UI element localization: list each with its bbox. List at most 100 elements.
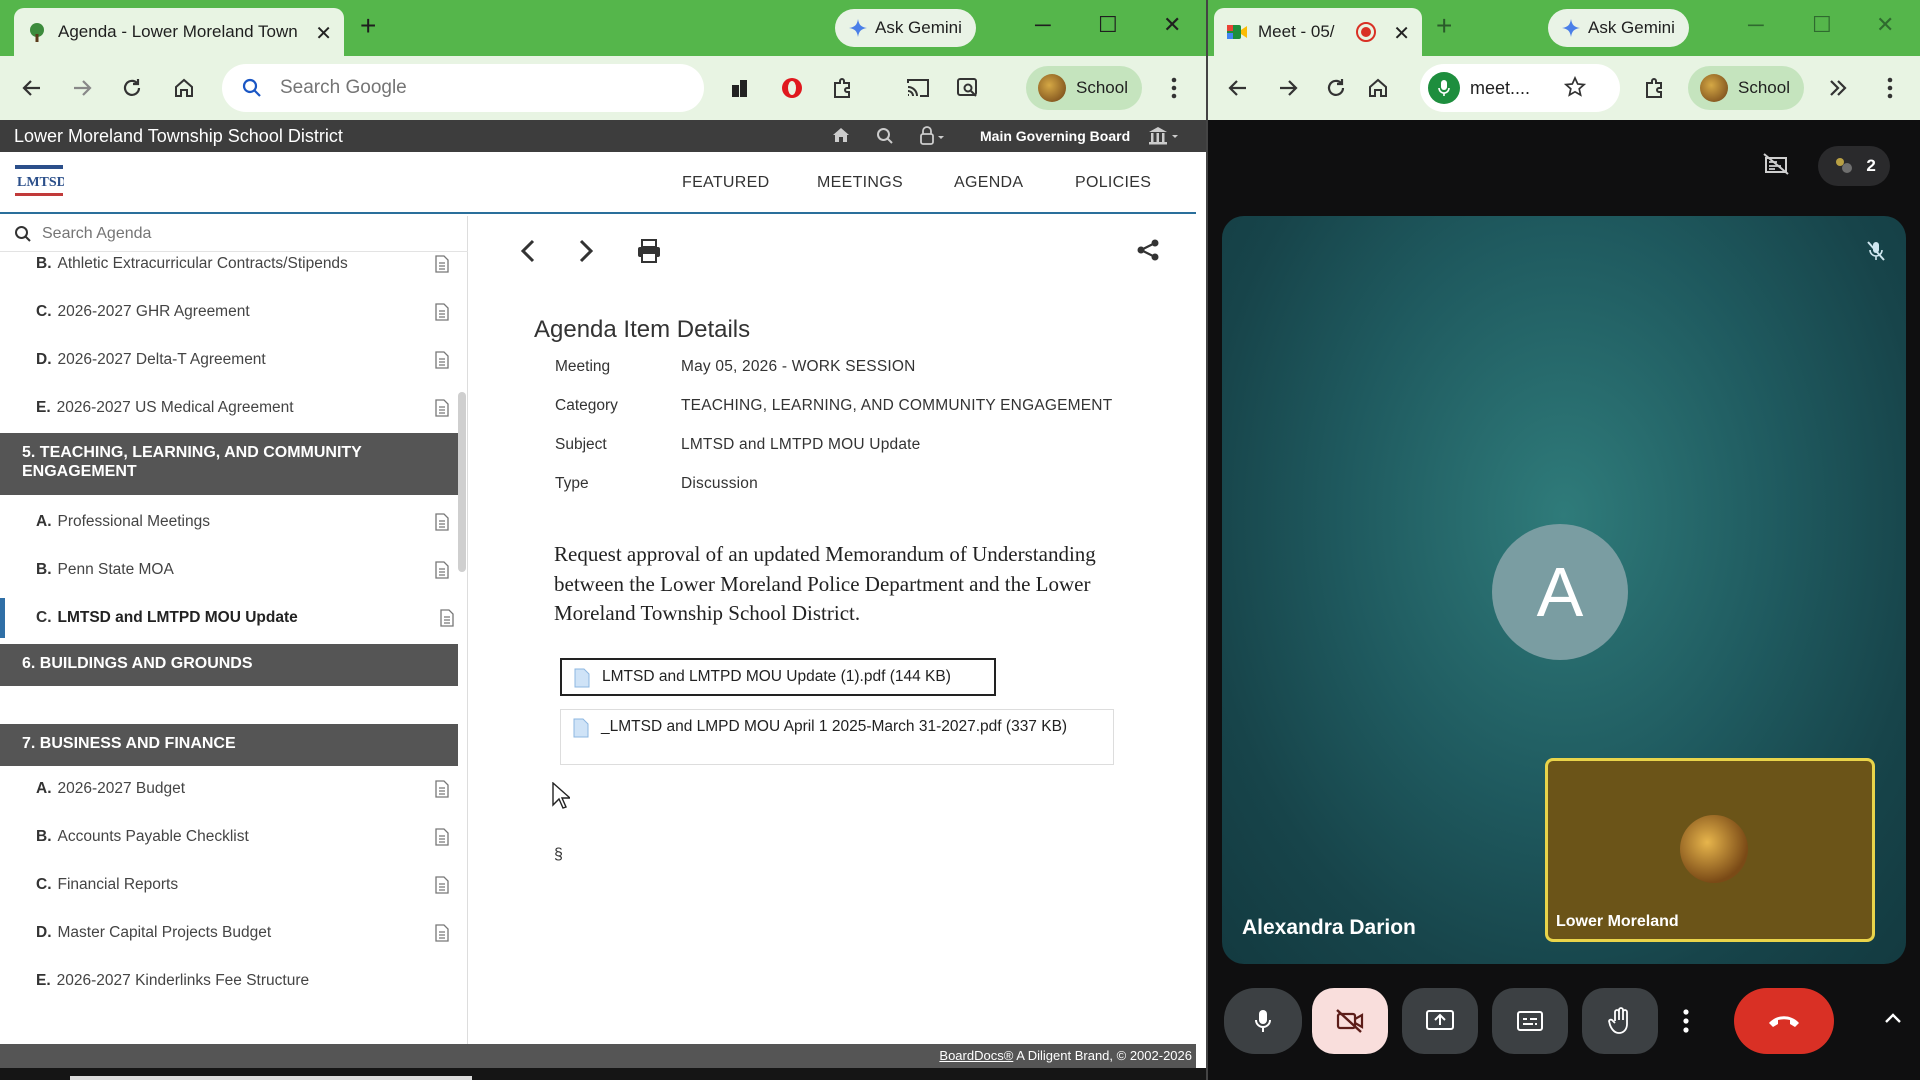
print-icon[interactable] — [636, 238, 662, 264]
forward-icon[interactable] — [64, 70, 100, 106]
nav-policies[interactable]: POLICIES — [1075, 174, 1151, 192]
section-header-6[interactable]: 6. BUILDINGS AND GROUNDS — [0, 644, 458, 686]
item-label: Professional Meetings — [57, 513, 211, 530]
agenda-item[interactable]: D. Master Capital Projects Budget — [0, 913, 458, 953]
camera-toggle-button[interactable] — [1312, 988, 1388, 1054]
back-icon[interactable] — [1220, 70, 1256, 106]
close-window-icon[interactable]: ✕ — [1876, 12, 1894, 38]
extension-a-icon[interactable] — [722, 70, 758, 106]
google-lens-icon[interactable] — [950, 70, 986, 106]
meet-address-bar[interactable]: meet.... — [1420, 64, 1620, 112]
new-tab-icon[interactable]: + — [360, 10, 376, 42]
item-letter: B. — [36, 828, 52, 845]
participants-button[interactable]: 2 — [1818, 146, 1890, 186]
tab-close-icon[interactable]: ✕ — [1393, 21, 1410, 46]
nav-featured[interactable]: FEATURED — [682, 174, 769, 192]
home-icon[interactable] — [832, 127, 850, 143]
camera-off-icon — [1335, 1008, 1365, 1034]
search-icon[interactable] — [876, 127, 894, 145]
agenda-item-active[interactable]: C. LMTSD and LMTPD MOU Update — [0, 598, 458, 638]
item-label: LMTSD and LMTPD MOU Update — [57, 609, 298, 626]
raise-hand-button[interactable] — [1582, 988, 1658, 1054]
microphone-icon — [1253, 1008, 1273, 1034]
back-icon[interactable] — [14, 70, 50, 106]
tab-meet[interactable]: Meet - 05/ ✕ — [1214, 8, 1422, 56]
kebab-menu-icon[interactable] — [1872, 70, 1908, 106]
extensions-puzzle-icon[interactable] — [1636, 70, 1672, 106]
maximize-icon[interactable]: ☐ — [1812, 12, 1832, 38]
kebab-menu-icon[interactable] — [1156, 70, 1192, 106]
cast-icon[interactable] — [900, 70, 936, 106]
present-screen-icon — [1425, 1009, 1455, 1033]
nav-agenda[interactable]: AGENDA — [954, 174, 1023, 192]
item-label: 2026-2027 Delta-T Agreement — [57, 351, 266, 368]
horizontal-scrollbar[interactable] — [70, 1076, 472, 1080]
nav-meetings[interactable]: MEETINGS — [817, 174, 903, 192]
captions-button[interactable] — [1492, 988, 1568, 1054]
close-window-icon[interactable]: ✕ — [1163, 12, 1181, 38]
participants-icon — [1832, 155, 1854, 177]
agenda-item[interactable]: A. 2026-2027 Budget — [0, 769, 458, 809]
bookmark-star-icon[interactable] — [1564, 76, 1586, 98]
recording-icon — [1356, 22, 1376, 42]
share-icon[interactable] — [1136, 238, 1160, 262]
more-options-button[interactable] — [1664, 990, 1708, 1052]
microphone-button[interactable] — [1224, 988, 1302, 1054]
gemini-star-icon — [849, 19, 867, 37]
attachment-link[interactable]: LMTSD and LMTPD MOU Update (1).pdf (144 … — [560, 658, 996, 696]
reload-icon[interactable] — [114, 70, 150, 106]
svg-text:LMTSD: LMTSD — [17, 175, 64, 190]
new-tab-icon[interactable]: + — [1436, 10, 1452, 42]
building-icon[interactable] — [1148, 126, 1182, 146]
profile-chip[interactable]: School — [1688, 66, 1804, 110]
agenda-item[interactable]: C. 2026-2027 GHR Agreement — [0, 292, 458, 332]
more-chevrons-icon[interactable] — [1820, 70, 1856, 106]
leave-call-button[interactable] — [1734, 988, 1834, 1054]
item-letter: E. — [36, 972, 51, 989]
agenda-item[interactable]: B. Athletic Extracurricular Contracts/St… — [0, 244, 458, 284]
agenda-item[interactable]: D. 2026-2027 Delta-T Agreement — [0, 340, 458, 380]
home-icon[interactable] — [1360, 70, 1396, 106]
attachment-link[interactable]: _LMTSD and LMPD MOU April 1 2025-March 3… — [560, 709, 1114, 765]
omnibox[interactable] — [222, 64, 704, 112]
tab-close-icon[interactable]: ✕ — [315, 21, 332, 46]
forward-icon[interactable] — [1270, 70, 1306, 106]
ask-gemini-button[interactable]: Ask Gemini — [1548, 9, 1689, 47]
agenda-item[interactable]: E. 2026-2027 Kinderlinks Fee Structure — [0, 961, 458, 1001]
minimize-icon[interactable]: ─ — [1035, 12, 1051, 38]
lock-user-icon[interactable] — [918, 126, 948, 146]
present-screen-button[interactable] — [1402, 988, 1478, 1054]
type-label: Type — [555, 475, 589, 492]
participant-avatar: A — [1492, 524, 1628, 660]
sidebar-scrollbar[interactable] — [458, 392, 466, 572]
section-header-7[interactable]: 7. BUSINESS AND FINANCE — [0, 724, 458, 766]
extensions-puzzle-icon[interactable] — [824, 70, 860, 106]
maximize-icon[interactable]: ☐ — [1098, 12, 1118, 38]
chevron-up-icon[interactable] — [1884, 1012, 1902, 1024]
reload-icon[interactable] — [1318, 70, 1354, 106]
board-selector[interactable]: Main Governing Board — [980, 128, 1130, 144]
agenda-item[interactable]: E. 2026-2027 US Medical Agreement — [0, 388, 458, 428]
section-header-5[interactable]: 5. TEACHING, LEARNING, AND COMMUNITY ENG… — [0, 433, 458, 495]
self-view-tile[interactable]: Lower Moreland — [1545, 758, 1875, 942]
search-input[interactable] — [280, 77, 660, 99]
captions-off-icon[interactable] — [1762, 152, 1790, 176]
prev-item-icon[interactable] — [518, 238, 538, 264]
agenda-item[interactable]: C. Financial Reports — [0, 865, 458, 905]
agenda-item[interactable]: B. Penn State MOA — [0, 550, 458, 590]
boarddocs-link[interactable]: BoardDocs® — [939, 1048, 1013, 1063]
district-logo[interactable]: LMTSD — [14, 164, 64, 200]
agenda-search-input[interactable] — [42, 224, 422, 243]
next-item-icon[interactable] — [576, 238, 596, 264]
tab-agenda[interactable]: Agenda - Lower Moreland Township ✕ — [14, 8, 344, 56]
ask-gemini-button[interactable]: Ask Gemini — [835, 9, 976, 47]
minimize-icon[interactable]: ─ — [1748, 12, 1764, 38]
search-icon — [14, 225, 32, 243]
opera-icon[interactable] — [774, 70, 810, 106]
document-icon — [434, 828, 450, 846]
profile-chip[interactable]: School — [1026, 66, 1142, 110]
agenda-item[interactable]: B. Accounts Payable Checklist — [0, 817, 458, 857]
agenda-item[interactable]: A. Professional Meetings — [0, 502, 458, 542]
home-icon[interactable] — [166, 70, 202, 106]
meeting-label: Meeting — [555, 358, 611, 375]
